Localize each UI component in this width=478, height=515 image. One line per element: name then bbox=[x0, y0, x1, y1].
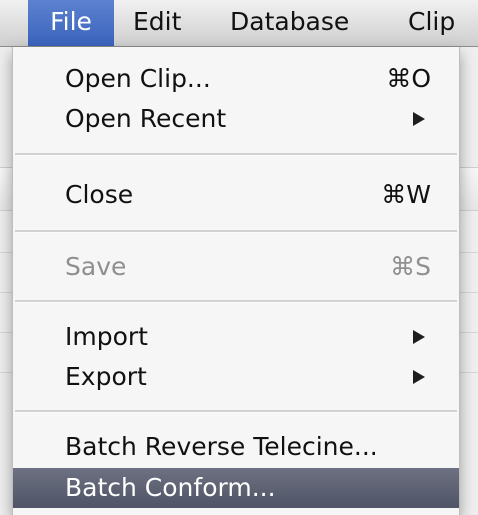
menu-item-save: Save ⌘S bbox=[13, 247, 459, 287]
menu-item-label: Open Clip... bbox=[65, 64, 211, 93]
menu-bar: File Edit Database Clip bbox=[0, 0, 478, 47]
menu-item-open-clip[interactable]: Open Clip... ⌘O bbox=[13, 59, 459, 99]
menu-separator bbox=[15, 300, 457, 303]
menu-separator bbox=[15, 230, 457, 233]
menu-item-label: Export bbox=[65, 362, 147, 391]
file-menu-dropdown: Open Clip... ⌘O Open Recent Close ⌘W Sav… bbox=[12, 47, 460, 515]
menu-item-export[interactable]: Export bbox=[13, 357, 459, 397]
menu-separator bbox=[15, 410, 457, 413]
shortcut-label: ⌘S bbox=[390, 252, 431, 281]
menu-item-label: Batch Conform... bbox=[65, 473, 276, 502]
submenu-arrow-icon bbox=[413, 330, 425, 344]
menu-item-import[interactable]: Import bbox=[13, 317, 459, 357]
menu-item-close[interactable]: Close ⌘W bbox=[13, 175, 459, 215]
shortcut-label: ⌘O bbox=[386, 64, 431, 93]
menu-file[interactable]: File bbox=[28, 0, 114, 46]
menu-item-label: Batch Reverse Telecine... bbox=[65, 432, 378, 461]
menu-clip[interactable]: Clip bbox=[408, 0, 455, 46]
shortcut-label: ⌘W bbox=[381, 180, 431, 209]
menu-item-open-recent[interactable]: Open Recent bbox=[13, 99, 459, 139]
menu-item-batch-conform[interactable]: Batch Conform... bbox=[13, 468, 459, 508]
submenu-arrow-icon bbox=[413, 370, 425, 384]
menu-item-label: Import bbox=[65, 322, 148, 351]
app-window: File Edit Database Clip Open Clip... ⌘O … bbox=[0, 0, 478, 515]
menu-item-label: Open Recent bbox=[65, 104, 227, 133]
menu-item-batch-reverse-telecine[interactable]: Batch Reverse Telecine... bbox=[13, 427, 459, 467]
menu-edit[interactable]: Edit bbox=[133, 0, 181, 46]
submenu-arrow-icon bbox=[413, 112, 425, 126]
menu-database[interactable]: Database bbox=[230, 0, 349, 46]
menu-item-label: Save bbox=[65, 252, 127, 281]
menu-item-label: Close bbox=[65, 180, 134, 209]
menu-separator bbox=[15, 153, 457, 156]
